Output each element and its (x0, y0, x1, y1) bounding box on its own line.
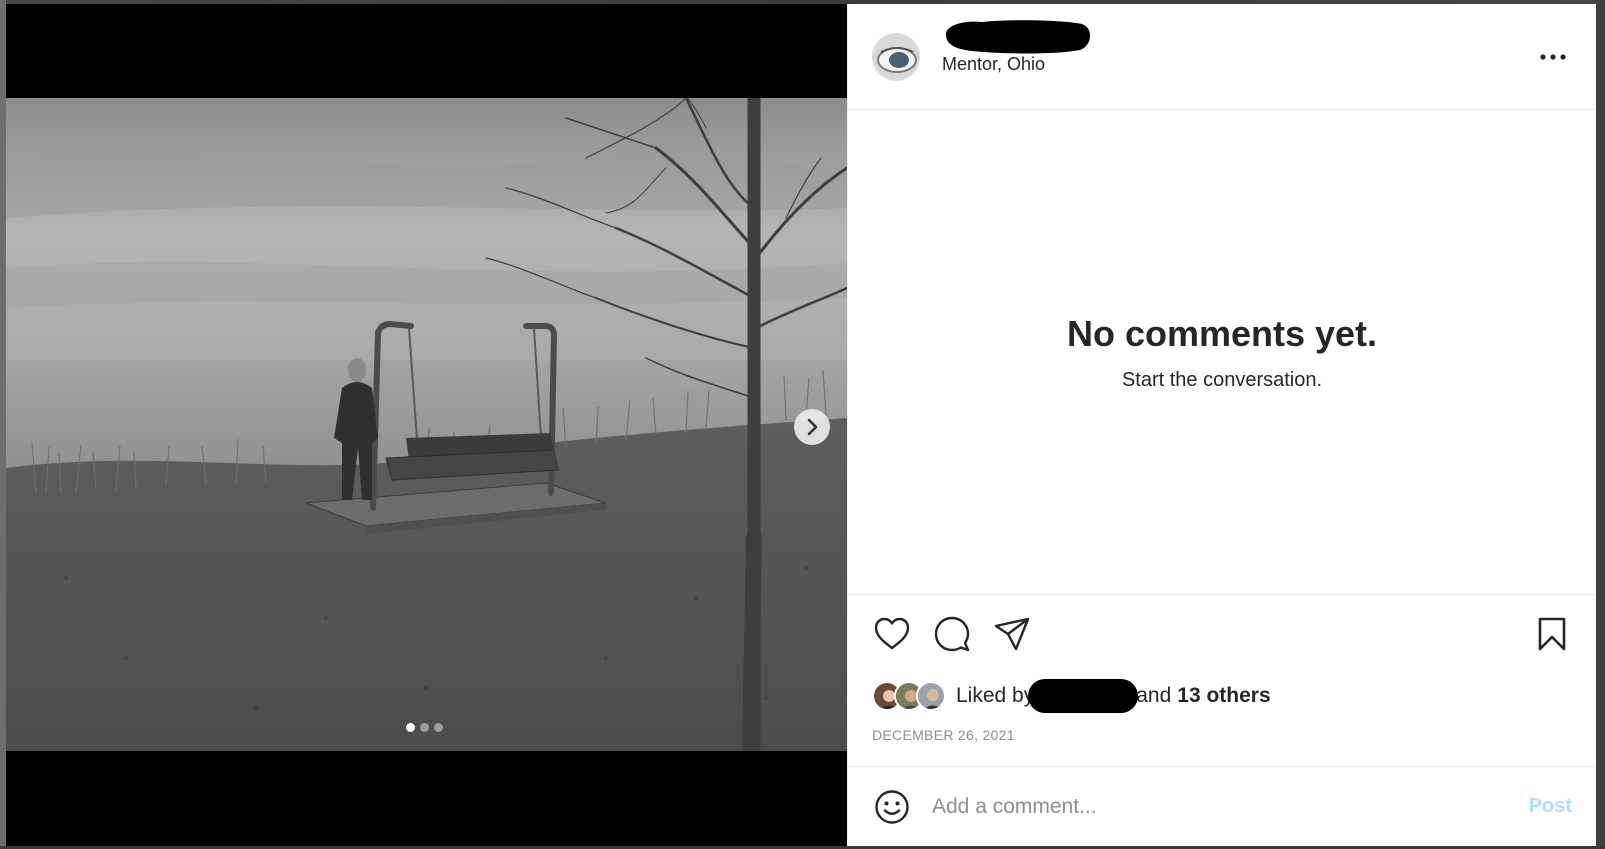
add-comment-bar: Post (848, 766, 1596, 846)
post-actions: Liked by and 13 others DECEMBER 26, 2021 (848, 594, 1596, 766)
comment-button[interactable] (932, 614, 972, 654)
liker-username-redacted[interactable] (1028, 679, 1139, 713)
like-button[interactable] (872, 614, 912, 654)
avatar[interactable] (872, 32, 920, 81)
avatar (916, 681, 946, 711)
heart-icon (874, 617, 910, 650)
more-icon (1540, 54, 1566, 60)
comment-input[interactable] (932, 794, 1529, 819)
post-comment-button[interactable]: Post (1529, 795, 1572, 818)
emoji-button[interactable] (872, 787, 912, 827)
share-icon (994, 617, 1030, 651)
share-button[interactable] (992, 614, 1032, 654)
media-dot (420, 723, 429, 732)
username-redacted[interactable] (942, 18, 1092, 54)
post-modal: Mentor, Ohio No comments yet. Start the … (6, 4, 1596, 846)
bookmark-icon (1538, 617, 1566, 651)
liked-by-label: Liked by (956, 684, 1035, 707)
likes-summary: Liked by and 13 others (872, 679, 1572, 713)
comment-icon (934, 616, 970, 652)
post-photo (6, 98, 847, 751)
backdrop-right-edge (1596, 0, 1605, 849)
empty-comments-subtitle: Start the conversation. (1121, 368, 1323, 391)
comments-section: No comments yet. Start the conversation. (848, 110, 1596, 594)
next-media-button[interactable] (794, 409, 830, 445)
post-header: Mentor, Ohio (848, 4, 1596, 110)
likes-count-link[interactable]: 13 others (1177, 684, 1270, 708)
chevron-right-icon (807, 418, 818, 436)
post-media (6, 4, 847, 846)
media-dot (406, 723, 415, 732)
post-location[interactable]: Mentor, Ohio (942, 54, 1092, 75)
liker-avatars[interactable] (872, 681, 946, 711)
empty-comments-title: No comments yet. (1066, 312, 1378, 354)
post-date[interactable]: DECEMBER 26, 2021 (872, 727, 1572, 743)
media-dot (434, 723, 443, 732)
media-pagination (406, 723, 443, 732)
post-header-text: Mentor, Ohio (942, 20, 1092, 75)
likes-and-label: and (1136, 684, 1172, 707)
action-icons (872, 615, 1572, 653)
more-options-button[interactable] (1538, 42, 1568, 72)
post-side-panel: Mentor, Ohio No comments yet. Start the … (847, 4, 1596, 846)
emoji-icon (875, 789, 909, 824)
save-button[interactable] (1532, 614, 1572, 654)
